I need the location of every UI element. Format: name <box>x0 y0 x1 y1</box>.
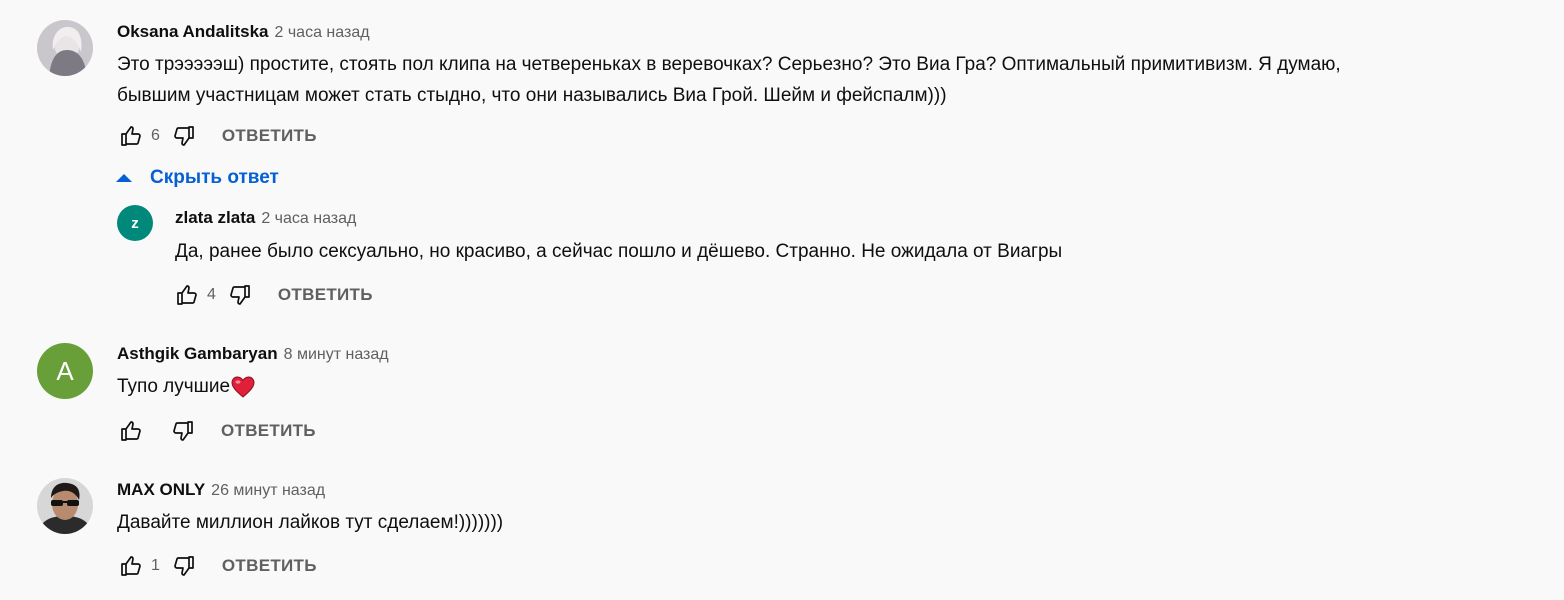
comment-actions: 4 ОТВЕТИТЬ <box>173 281 373 309</box>
thumbs-up-icon <box>121 126 141 146</box>
avatar-letter: A <box>56 355 74 386</box>
dislike-button[interactable] <box>170 552 198 580</box>
thumbs-down-icon <box>174 126 194 146</box>
thumbs-down-icon <box>173 421 193 441</box>
thumbs-up-icon <box>121 421 141 441</box>
heart-emoji-icon <box>231 376 255 398</box>
hide-replies-label: Скрыть ответ <box>150 167 279 188</box>
reply-button[interactable]: ОТВЕТИТЬ <box>222 556 317 576</box>
like-button[interactable] <box>117 122 145 150</box>
avatar[interactable] <box>37 20 93 76</box>
comment-actions: 6 ОТВЕТИТЬ <box>117 122 317 150</box>
avatar-letter: z <box>131 214 139 232</box>
reply-button[interactable]: ОТВЕТИТЬ <box>278 285 373 305</box>
comment-author[interactable]: zlata zlata <box>175 208 255 227</box>
thumbs-down-icon <box>230 285 250 305</box>
comment-text: Это трэээээш) простите, стоять пол клипа… <box>117 49 1341 111</box>
like-button[interactable] <box>173 281 201 309</box>
hide-replies-button[interactable]: Скрыть ответ <box>112 166 279 190</box>
comment-text-line: Это трэээээш) простите, стоять пол клипа… <box>117 54 1341 75</box>
like-count: 1 <box>151 557 160 574</box>
comment-actions: ОТВЕТИТЬ <box>117 417 316 445</box>
comment-text: Давайте миллион лайков тут сделаем!)))))… <box>117 512 504 533</box>
avatar[interactable]: A <box>37 343 93 399</box>
comment-text: Да, ранее было сексуально, но красиво, а… <box>175 241 1063 262</box>
thumbs-up-icon <box>177 285 197 305</box>
like-count: 6 <box>151 127 160 144</box>
dislike-button[interactable] <box>226 281 254 309</box>
reply-button[interactable]: ОТВЕТИТЬ <box>221 421 316 441</box>
comment-timestamp[interactable]: 8 минут назад <box>284 346 389 363</box>
comment-text-line: бывшим участницам может стать стыдно, чт… <box>117 85 947 106</box>
avatar[interactable] <box>37 478 93 534</box>
user-photo-icon <box>37 20 93 76</box>
thumbs-down-icon <box>174 556 194 576</box>
avatar[interactable]: z <box>117 205 153 241</box>
like-button[interactable] <box>117 552 145 580</box>
user-photo-icon <box>37 478 93 534</box>
comment-author[interactable]: Oksana Andalitska <box>117 22 269 41</box>
like-button[interactable] <box>117 417 145 445</box>
comment-author[interactable]: MAX ONLY <box>117 480 205 499</box>
comment-timestamp[interactable]: 2 часа назад <box>275 24 370 41</box>
like-count: 4 <box>207 286 216 303</box>
comment-timestamp[interactable]: 2 часа назад <box>261 210 356 227</box>
thumbs-up-icon <box>121 556 141 576</box>
reply-button[interactable]: ОТВЕТИТЬ <box>222 126 317 146</box>
comment-actions: 1 ОТВЕТИТЬ <box>117 552 317 580</box>
comment-text: Тупо лучшие <box>117 371 255 402</box>
comment-author[interactable]: Asthgik Gambaryan <box>117 344 278 363</box>
comment-text-content: Тупо лучшие <box>117 376 231 397</box>
dislike-button[interactable] <box>170 122 198 150</box>
comment-timestamp[interactable]: 26 минут назад <box>211 482 325 499</box>
dislike-button[interactable] <box>169 417 197 445</box>
caret-up-icon <box>116 174 132 182</box>
